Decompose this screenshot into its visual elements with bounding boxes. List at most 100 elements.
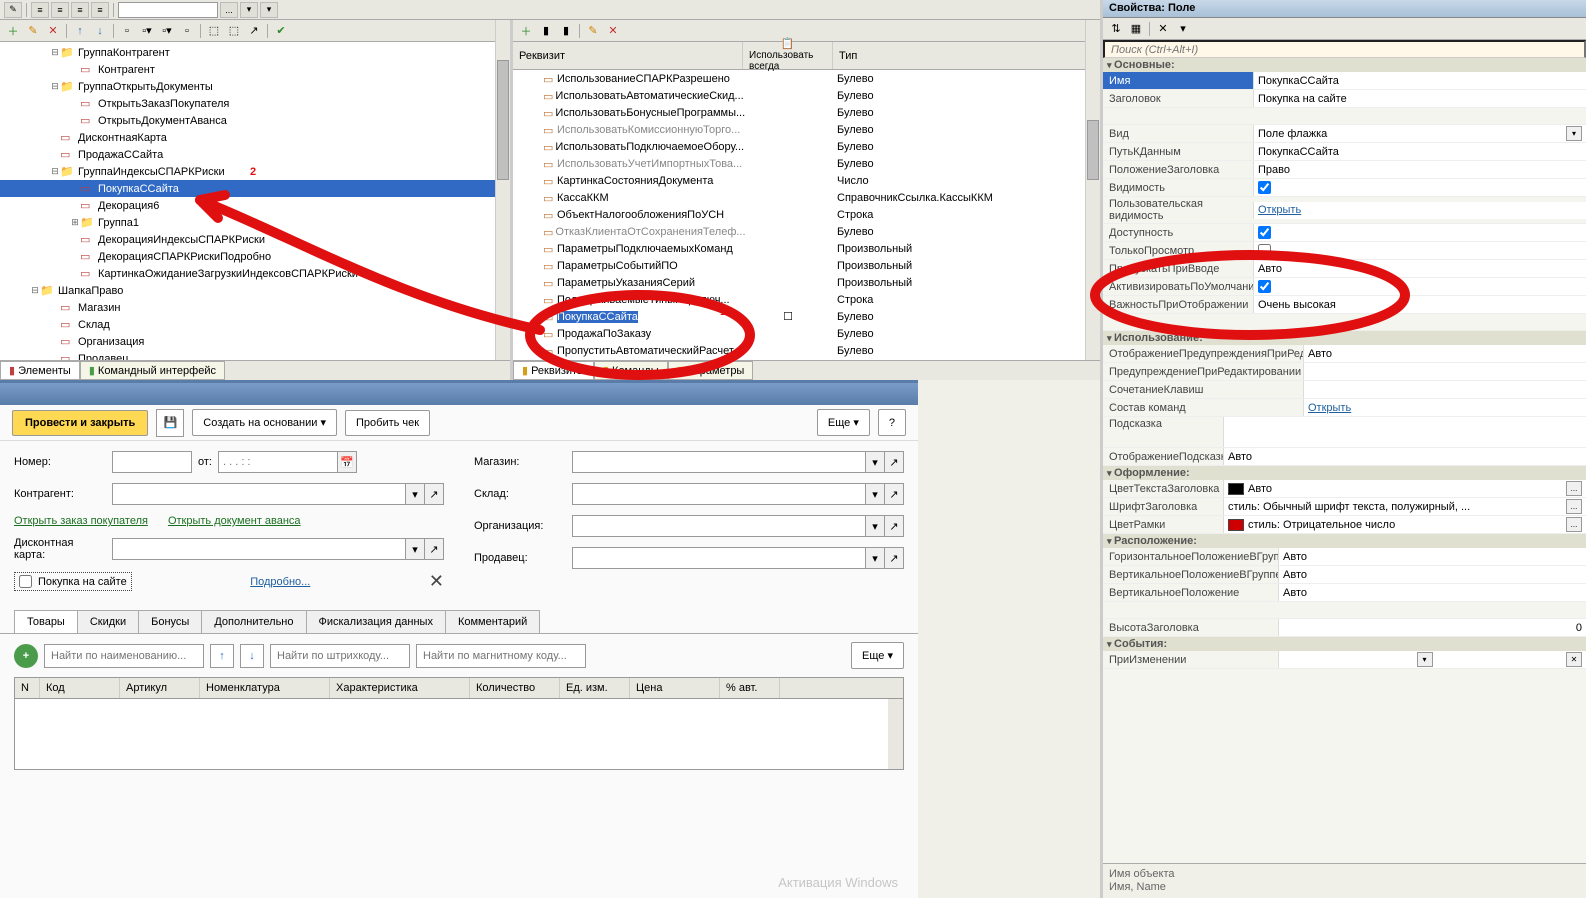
section-main[interactable]: Основные:: [1103, 58, 1586, 72]
card-dd[interactable]: ▾: [405, 538, 425, 560]
org-input[interactable]: [572, 515, 866, 537]
attr-add[interactable]: ＋: [517, 22, 535, 40]
tree-item-КартинкаОжиданиеЗагрузкиИндексовСПАРКРиски[interactable]: ▭КартинкаОжиданиеЗагрузкиИндексовСПАРКРи…: [0, 265, 510, 282]
add-icon[interactable]: ＋: [4, 22, 22, 40]
warehouse-open[interactable]: ↗: [884, 483, 904, 505]
prop-warnedit-value[interactable]: Авто: [1303, 345, 1586, 362]
prop-warnbefore-value[interactable]: [1303, 363, 1586, 380]
seller-input[interactable]: [572, 547, 866, 569]
form-tab-4[interactable]: Фискализация данных: [306, 610, 446, 633]
attr-row-ОтказКлиентаОтСохраненияТелеф...[interactable]: ▭ОтказКлиентаОтСохраненияТелеф...Булево: [513, 223, 1100, 240]
tree-item-ШапкаПраво[interactable]: ⊟📁ШапкаПраво: [0, 282, 510, 299]
attr-row-ИспользоватьУчетИмпортныхТова...[interactable]: ▭ИспользоватьУчетИмпортныхТова...Булево: [513, 155, 1100, 172]
receipt-button[interactable]: Пробить чек: [345, 410, 430, 436]
attr-col1[interactable]: ▮: [537, 22, 555, 40]
prop-datapath-value[interactable]: ПокупкаССайта: [1253, 143, 1586, 160]
attr-row-КассаККМ[interactable]: ▭КассаККМСправочникСсылка.КассыККМ: [513, 189, 1100, 206]
pin-icon[interactable]: ▾: [1174, 20, 1192, 38]
tree-item-Контрагент[interactable]: ▭Контрагент: [0, 61, 510, 78]
store-open[interactable]: ↗: [884, 451, 904, 473]
table-col-3[interactable]: Номенклатура: [200, 678, 330, 698]
attr-row-ИспользоватьКомиссионнуюТорго...[interactable]: ▭ИспользоватьКомиссионнуюТорго...Булево: [513, 121, 1100, 138]
tree-item-ПродажаССайта[interactable]: ▭ПродажаССайта: [0, 146, 510, 163]
tree-item-Продавец[interactable]: ▭Продавец: [0, 350, 510, 360]
tab-reqs[interactable]: ▮Реквизиты: [513, 361, 594, 380]
attr-row-ПропуститьАвтоматическийРасчет...[interactable]: ▭ПропуститьАвтоматическийРасчет...Булево: [513, 342, 1100, 359]
up-icon[interactable]: ↑: [71, 22, 89, 40]
counterparty-open[interactable]: ↗: [424, 483, 444, 505]
tree-item-ОткрытьДокументАванса[interactable]: ▭ОткрытьДокументАванса: [0, 112, 510, 129]
align-btn[interactable]: ✎: [4, 2, 22, 18]
table-col-0[interactable]: N: [15, 678, 40, 698]
card-open[interactable]: ↗: [424, 538, 444, 560]
delete-icon[interactable]: ✕: [44, 22, 62, 40]
attr-edit[interactable]: ✎: [584, 22, 602, 40]
open-advance-link[interactable]: Открыть документ аванса: [168, 515, 301, 527]
tree-item-ГруппаОткрытьДокументы[interactable]: ⊟📁ГруппаОткрытьДокументы: [0, 78, 510, 95]
attr-row-ИспользоватьПодключаемоеОбору...[interactable]: ▭ИспользоватьПодключаемоеОбору...Булево: [513, 138, 1100, 155]
btn-c[interactable]: ▫▾: [158, 22, 176, 40]
tab-cmd-interface[interactable]: ▮Командный интерфейс: [80, 361, 225, 380]
table-col-6[interactable]: Ед. изм.: [560, 678, 630, 698]
align-justify[interactable]: ≡: [91, 2, 109, 18]
prop-titlepos-value[interactable]: Право: [1253, 161, 1586, 178]
date-picker-button[interactable]: 📅: [337, 451, 357, 473]
store-dd[interactable]: ▾: [865, 451, 885, 473]
tree-scrollbar[interactable]: [495, 20, 510, 360]
attr-row-ИспользоватьБонусныеПрограммы...[interactable]: ▭ИспользоватьБонусныеПрограммы...Булево: [513, 104, 1100, 121]
table-more-button[interactable]: Еще ▾: [851, 642, 904, 669]
prop-visibility-value[interactable]: [1253, 179, 1586, 196]
table-col-7[interactable]: Цена: [630, 678, 720, 698]
tree-item-Группа1[interactable]: ⊞📁Группа1: [0, 214, 510, 231]
btn-g[interactable]: ↗: [245, 22, 263, 40]
number-input[interactable]: [112, 451, 192, 473]
attr-row-ПокупкаССайта[interactable]: ▭ПокупкаССайта☐Булево: [513, 308, 1100, 325]
attr-body[interactable]: ▭ИспользованиеСПАРКРазрешеноБулево ▭Испол…: [513, 70, 1100, 360]
btn-e[interactable]: ⬚: [205, 22, 223, 40]
prop-readonly-value[interactable]: [1253, 242, 1586, 259]
prop-shortcut-value[interactable]: [1303, 381, 1586, 398]
form-tab-3[interactable]: Дополнительно: [201, 610, 306, 633]
details-link[interactable]: Подробно...: [250, 576, 310, 588]
more-button[interactable]: Еще ▾: [817, 409, 870, 436]
attr-row-ПродажаПоЗаказу[interactable]: ▭ПродажаПоЗаказуБулево: [513, 325, 1100, 342]
form-tab-1[interactable]: Скидки: [77, 610, 139, 633]
section-usage[interactable]: Использование:: [1103, 331, 1586, 345]
tab-params[interactable]: ▮Параметры: [668, 361, 754, 380]
attr-row-ПоддерживаемыеТипыПодключ...[interactable]: ▭ПоддерживаемыеТипыПодключ...Строка: [513, 291, 1100, 308]
prop-bordercolor-value[interactable]: стиль: Отрицательное число...: [1223, 516, 1586, 533]
attr-col2[interactable]: ▮: [557, 22, 575, 40]
seller-open[interactable]: ↗: [884, 547, 904, 569]
prop-hpos-value[interactable]: Авто: [1278, 548, 1586, 565]
prop-skipinput-value[interactable]: Авто: [1253, 260, 1586, 277]
down-arrow-button[interactable]: ↓: [240, 644, 264, 668]
edit-icon[interactable]: ✎: [24, 22, 42, 40]
format-dd2[interactable]: ▾: [240, 2, 258, 18]
btn-a[interactable]: ▫: [118, 22, 136, 40]
prop-vpos-value[interactable]: Авто: [1278, 584, 1586, 601]
section-events[interactable]: События:: [1103, 637, 1586, 651]
attr-row-ОбъектНалогообложенияПоУСН[interactable]: ▭ОбъектНалогообложенияПоУСНСтрока: [513, 206, 1100, 223]
col-use[interactable]: 📋Использовать всегда: [743, 42, 833, 69]
warehouse-dd[interactable]: ▾: [865, 483, 885, 505]
prop-vposg-value[interactable]: Авто: [1278, 566, 1586, 583]
table-col-4[interactable]: Характеристика: [330, 678, 470, 698]
find-name-input[interactable]: [44, 644, 204, 668]
prop-tooltip-value[interactable]: [1223, 417, 1586, 447]
btn-d[interactable]: ▫: [178, 22, 196, 40]
org-dd[interactable]: ▾: [865, 515, 885, 537]
table-col-5[interactable]: Количество: [470, 678, 560, 698]
attr-row-ИспользованиеСПАРКРазрешено[interactable]: ▭ИспользованиеСПАРКРазрешеноБулево: [513, 70, 1100, 87]
table-col-2[interactable]: Артикул: [120, 678, 200, 698]
table-body[interactable]: [15, 699, 903, 769]
attr-row-РабочееМесто[interactable]: ▭РабочееМестоСправочникСсылка.РабочиеМес…: [513, 359, 1100, 360]
tree-item-ДекорацияИндексыСПАРКРиски[interactable]: ▭ДекорацияИндексыСПАРКРиски: [0, 231, 510, 248]
col-name[interactable]: Реквизит: [513, 42, 743, 69]
section-layout[interactable]: Расположение:: [1103, 534, 1586, 548]
org-open[interactable]: ↗: [884, 515, 904, 537]
create-base-button[interactable]: Создать на основании ▾: [192, 409, 337, 436]
section-appearance[interactable]: Оформление:: [1103, 466, 1586, 480]
tree-item-ГруппаКонтрагент[interactable]: ⊟📁ГруппаКонтрагент: [0, 44, 510, 61]
prop-onchange-value[interactable]: ▾✕: [1278, 651, 1586, 668]
btn-b[interactable]: ▫▾: [138, 22, 156, 40]
